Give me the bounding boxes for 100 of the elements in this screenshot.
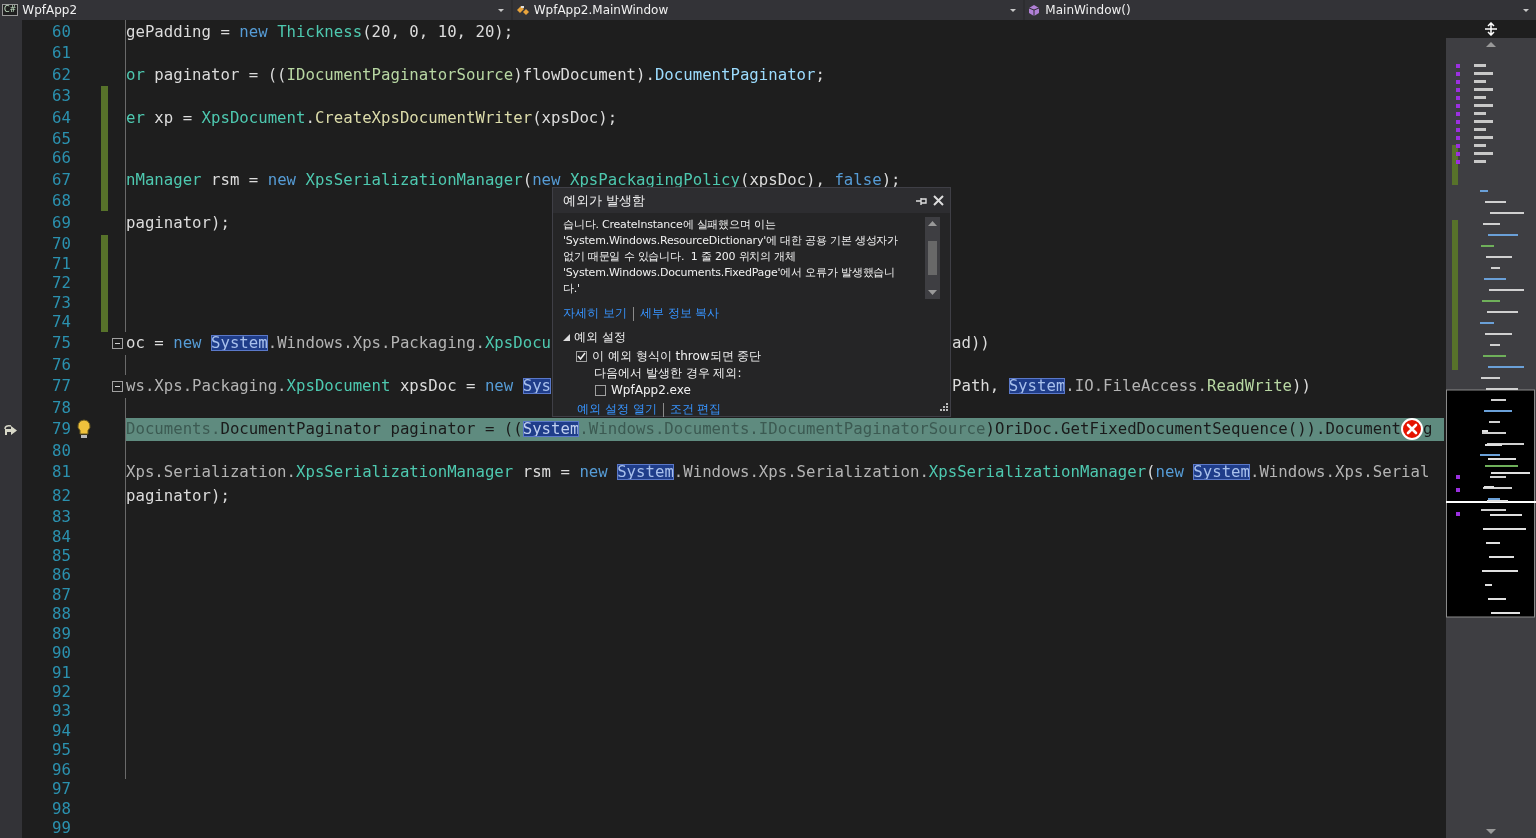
- scrollbar[interactable]: [925, 217, 940, 299]
- popup-link[interactable]: 자세히 보기: [563, 305, 627, 322]
- code-token: or: [126, 66, 145, 83]
- code-token: paginator);: [126, 214, 230, 231]
- line-number: 77: [52, 377, 71, 396]
- code-token: rsm =: [521, 464, 571, 481]
- scroll-down-icon: [1486, 829, 1496, 835]
- line-number: 75: [52, 334, 71, 353]
- line-number: 97: [52, 780, 71, 799]
- code-token: paginator = ((: [153, 66, 287, 83]
- caret-icon: [496, 7, 505, 13]
- code-token: oc =: [126, 335, 165, 352]
- code-token: Thickness: [276, 23, 363, 40]
- code-token: xp =: [153, 109, 194, 126]
- code-token: (: [522, 171, 533, 188]
- code-token: .Windows.Xps.Packaging.: [267, 335, 485, 352]
- line-number: 69: [52, 213, 71, 232]
- line-number: 80: [52, 441, 71, 460]
- code-token: g: [1423, 421, 1433, 438]
- code-token: ReadWrite: [1207, 378, 1293, 395]
- exception-message: 습니다. CreateInstance에 실패했으며 이는 'System.Windows.ResourceDictionary'에 대한 공용 기본 생성자가 없기 때문일 수 있습니다. 1 줄 200 위치의 개체 'System.Windows.Documents.FixedPage'에서 오류가 발생했습니 다.': [563, 217, 899, 297]
- highlighted-match: System: [211, 335, 268, 352]
- line-number: 90: [52, 644, 71, 663]
- code-token: xpsDoc =: [398, 378, 477, 395]
- navigation-dropdown[interactable]: MainWindow(): [1025, 0, 1536, 20]
- code-token: DocumentPaginator: [654, 66, 816, 83]
- code-token: new: [173, 335, 203, 352]
- caret-icon: [1522, 7, 1530, 13]
- code-token: gePadding =: [126, 23, 231, 40]
- popup-link[interactable]: 예외 설정 열기: [577, 401, 657, 418]
- line-number: 72: [52, 274, 71, 293]
- code-token: nManager: [126, 171, 202, 188]
- line-number: 70: [52, 235, 71, 254]
- line-number: 93: [52, 702, 71, 721]
- code-token: ad)): [952, 335, 990, 352]
- code-token: .: [305, 109, 315, 126]
- line-number: 73: [52, 293, 71, 312]
- line-number: 66: [52, 149, 71, 168]
- code-token: Xps.Serialization.: [126, 464, 296, 481]
- code-token: paginator);: [126, 487, 230, 504]
- line-number: 89: [52, 624, 71, 643]
- csharp-file-icon: C#: [2, 4, 19, 16]
- caret-icon: [1009, 7, 1018, 13]
- line-number: 68: [52, 192, 71, 211]
- popup-title: 예외가 발생함: [563, 191, 647, 210]
- code-token: DocumentPaginator: [220, 421, 381, 438]
- popup-link[interactable]: 세부 정보 복사: [639, 305, 720, 322]
- line-number: 95: [52, 741, 71, 760]
- code-editor[interactable]: [0, 20, 1446, 838]
- code-token: XpsDocu: [484, 335, 552, 352]
- line-number: 79: [52, 420, 71, 439]
- code-token: XpsSerializationManager: [928, 464, 1147, 481]
- section-header: 예외 설정: [574, 329, 626, 346]
- line-number: 67: [52, 170, 71, 189]
- navigation-dropdown[interactable]: WpfApp2.MainWindow: [512, 0, 1024, 20]
- highlighted-match: System: [617, 464, 674, 481]
- code-token: rsm =: [210, 171, 260, 188]
- error-icon: [1401, 418, 1424, 441]
- line-number: 64: [52, 108, 71, 127]
- code-token: (20, 0, 10, 20);: [362, 23, 514, 40]
- code-token: XpsPackagingPolicy: [568, 171, 740, 188]
- scrollbar-thumb[interactable]: [928, 241, 937, 275]
- code-token: XpsSerializationManager: [304, 171, 523, 188]
- code-token: CreateXpsDocumentWriter: [314, 109, 533, 126]
- code-token: XpsDocument: [286, 378, 391, 395]
- line-number: 99: [52, 818, 71, 837]
- line-number: 71: [52, 254, 71, 273]
- scroll-up-icon: [1486, 41, 1496, 47]
- popup-link[interactable]: 조건 편집: [669, 401, 722, 418]
- checkbox[interactable]: [595, 384, 606, 396]
- code-token: new: [484, 378, 515, 395]
- minimap-drawing[interactable]: [1446, 64, 1536, 618]
- pin-icon: [915, 195, 927, 206]
- line-number: 96: [52, 760, 71, 779]
- code-token: XpsDocument: [201, 109, 306, 126]
- line-number: 76: [52, 355, 71, 374]
- code-token: );: [881, 171, 901, 188]
- code-token: .Windows.Xps.Serial: [1250, 464, 1430, 481]
- option-label: 다음에서 발생한 경우 제외:: [594, 364, 742, 382]
- code-token: ;: [815, 66, 825, 83]
- code-token: new: [239, 23, 268, 40]
- scroll-down-icon: [928, 290, 937, 295]
- highlighted-match: System: [1193, 464, 1250, 481]
- code-token: .Windows.Xps.Serialization.: [673, 464, 929, 481]
- code-token: ws.Xps.Packaging.: [126, 378, 287, 395]
- navigation-dropdown[interactable]: C# WpfApp2: [0, 0, 511, 20]
- code-token: er: [126, 109, 145, 126]
- code-token: )OriDoc.GetFixedDocumentSequence()).Document: [985, 421, 1402, 438]
- line-number: 94: [52, 721, 71, 740]
- line-number: 84: [52, 527, 71, 546]
- checkbox-label: WpfApp2.exe: [611, 383, 691, 397]
- checkbox[interactable]: [576, 350, 587, 362]
- line-number: 81: [52, 463, 71, 482]
- line-number: 62: [52, 65, 71, 84]
- line-number: 60: [52, 22, 71, 41]
- code-token: Path,: [952, 378, 1001, 395]
- code-token: .IO.FileAccess.: [1065, 378, 1207, 395]
- code-token: false: [834, 171, 882, 188]
- code-token: new: [267, 171, 297, 188]
- code-token: IDocumentPaginatorSource: [286, 66, 514, 83]
